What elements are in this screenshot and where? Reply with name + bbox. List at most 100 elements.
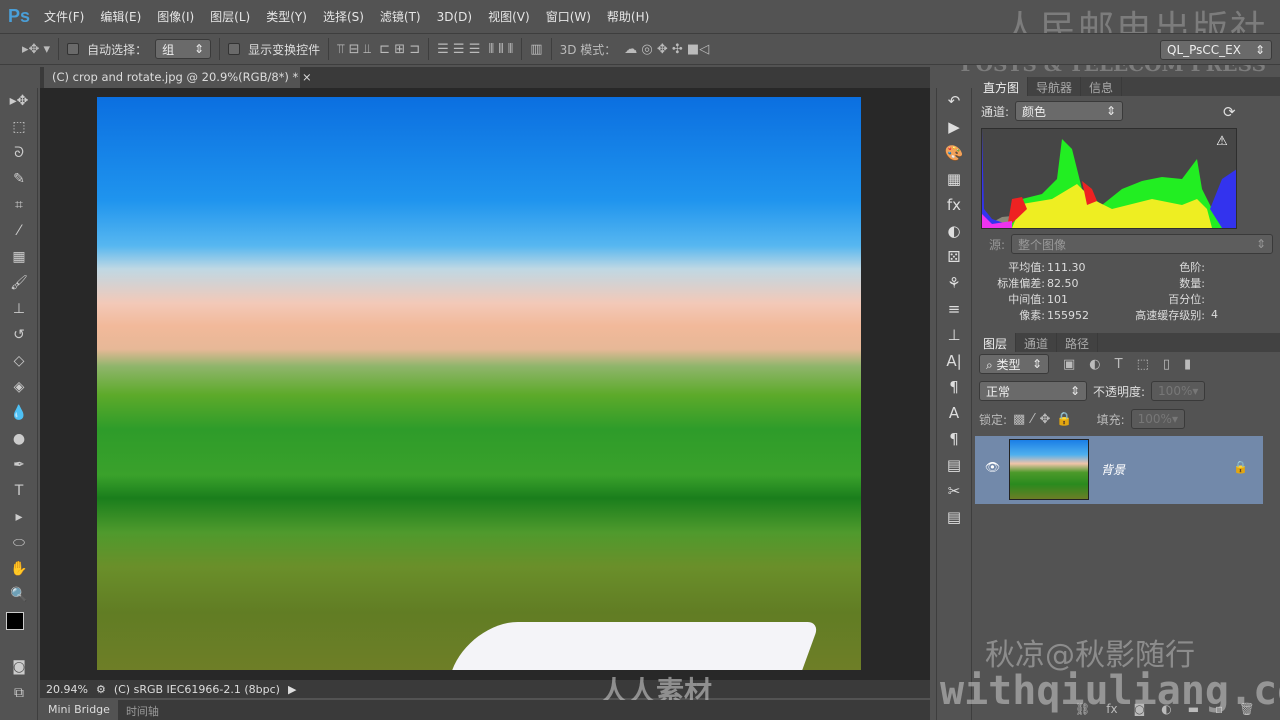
swatches-icon[interactable]: ▦ bbox=[937, 166, 971, 192]
filter-toggle[interactable]: ▮ bbox=[1184, 357, 1191, 372]
zoom-level[interactable]: 20.94% bbox=[46, 683, 88, 696]
filter-smart-object-icon[interactable]: ▯ bbox=[1163, 357, 1170, 372]
stats-labels-left: 平均值: 标准偏差: 中间值: 像素: bbox=[975, 260, 1045, 324]
auto-select-dropdown[interactable]: 组 ⇕ bbox=[155, 39, 212, 59]
menu-help[interactable]: 帮助(H) bbox=[607, 8, 649, 25]
menu-3d[interactable]: 3D(D) bbox=[437, 10, 472, 24]
lock-label: 锁定: bbox=[979, 412, 1008, 427]
properties-icon[interactable]: ⚄ bbox=[937, 244, 971, 270]
quick-select-tool-icon[interactable]: ✎ bbox=[0, 166, 38, 192]
ellipse-tool-icon[interactable]: ⬭ bbox=[0, 530, 38, 556]
distribute-icons[interactable]: ☰ ☰ ☰ ⫴ ⫴ ⫴ bbox=[437, 42, 513, 57]
channel-dropdown[interactable]: 颜色 ⇕ bbox=[1015, 101, 1124, 121]
healing-brush-tool-icon[interactable]: ▦ bbox=[0, 244, 38, 270]
tool-presets-icon[interactable]: ✂ bbox=[937, 478, 971, 504]
median-label: 中间值: bbox=[1008, 293, 1045, 306]
zoom-tool-icon[interactable]: 🔍 bbox=[0, 582, 38, 608]
3d-mode-icons[interactable]: ☁ ◎ ✥ ✣ ■◁ bbox=[624, 42, 709, 57]
paragraph-icon[interactable]: ¶ bbox=[937, 374, 971, 400]
foreground-color[interactable] bbox=[6, 612, 24, 630]
std-label: 标准偏差: bbox=[997, 277, 1045, 290]
close-tab-icon[interactable]: × bbox=[302, 70, 312, 84]
filter-dropdown[interactable]: ⌕ 类型 ⇕ bbox=[979, 354, 1049, 374]
paragraph-styles-icon[interactable]: ¶ bbox=[937, 426, 971, 452]
pen-tool-icon[interactable]: ✒ bbox=[0, 452, 38, 478]
lock-all-icon[interactable]: 🔒 bbox=[1056, 412, 1072, 427]
notes-icon[interactable]: ▤ bbox=[937, 452, 971, 478]
align-icons[interactable]: ⫪ ⊟ ⫫ ⊏ ⊞ ⊐ bbox=[337, 42, 420, 57]
path-select-tool-icon[interactable]: ▸ bbox=[0, 504, 38, 530]
menu-filter[interactable]: 滤镜(T) bbox=[380, 8, 421, 25]
source-dropdown[interactable]: 整个图像 ⇕ bbox=[1011, 234, 1273, 254]
history-icon[interactable]: ↶ bbox=[937, 88, 971, 114]
color-swatches[interactable] bbox=[0, 608, 38, 648]
refresh-icon[interactable]: ⟳ bbox=[1223, 103, 1236, 121]
actions-icon[interactable]: ▶ bbox=[937, 114, 971, 140]
menu-file[interactable]: 文件(F) bbox=[44, 8, 84, 25]
filter-pixel-icon[interactable]: ▣ bbox=[1063, 357, 1075, 372]
brush-tool-icon[interactable]: 🖌 bbox=[0, 270, 38, 296]
lasso-tool-icon[interactable]: ᘐ bbox=[0, 140, 38, 166]
brush-icon[interactable]: ⚘ bbox=[937, 270, 971, 296]
type-tool-icon[interactable]: T bbox=[0, 478, 38, 504]
lock-position-icon[interactable]: ✥ bbox=[1040, 412, 1051, 427]
brush-presets-icon[interactable]: ≡ bbox=[937, 296, 971, 322]
menu-window[interactable]: 窗口(W) bbox=[546, 8, 591, 25]
lock-transparent-icon[interactable]: ▩ bbox=[1013, 412, 1025, 427]
move-tool-icon[interactable]: ▸✥ ▾ bbox=[22, 42, 50, 57]
menu-select[interactable]: 选择(S) bbox=[323, 8, 364, 25]
tab-channels[interactable]: 通道 bbox=[1016, 333, 1058, 352]
menu-view[interactable]: 视图(V) bbox=[488, 8, 530, 25]
auto-select-checkbox[interactable] bbox=[67, 43, 80, 55]
tab-navigator[interactable]: 导航器 bbox=[1028, 77, 1082, 96]
stamp-tool-icon[interactable]: ⊥ bbox=[0, 296, 38, 322]
history-brush-tool-icon[interactable]: ↺ bbox=[0, 322, 38, 348]
blur-tool-icon[interactable]: 💧 bbox=[0, 400, 38, 426]
eraser-tool-icon[interactable]: ◇ bbox=[0, 348, 38, 374]
clone-source-icon[interactable]: ⊥ bbox=[937, 322, 971, 348]
dodge-tool-icon[interactable]: ● bbox=[0, 426, 38, 452]
move-tool-icon[interactable]: ▸✥ bbox=[0, 88, 38, 114]
tab-histogram[interactable]: 直方图 bbox=[975, 77, 1029, 96]
show-transform-checkbox[interactable] bbox=[228, 43, 241, 55]
crop-tool-icon[interactable]: ⌗ bbox=[0, 192, 38, 218]
quick-mask-icon[interactable]: ◙ bbox=[0, 654, 38, 680]
lock-image-icon[interactable]: ⁄ bbox=[1031, 412, 1033, 427]
filter-type-icon[interactable]: T bbox=[1115, 357, 1123, 372]
menu-type[interactable]: 类型(Y) bbox=[266, 8, 307, 25]
tab-layers[interactable]: 图层 bbox=[975, 333, 1017, 352]
opacity-field[interactable]: 100% ▾ bbox=[1151, 381, 1206, 401]
menu-layer[interactable]: 图层(L) bbox=[210, 8, 250, 25]
tab-paths[interactable]: 路径 bbox=[1057, 333, 1099, 352]
hand-tool-icon[interactable]: ✋ bbox=[0, 556, 38, 582]
blend-mode-dropdown[interactable]: 正常 ⇕ bbox=[979, 381, 1087, 401]
layer-row[interactable]: 👁 背景 🔒 bbox=[975, 436, 1263, 504]
fill-field[interactable]: 100% ▾ bbox=[1130, 409, 1185, 429]
workspace-dropdown[interactable]: QL_PsCC_EX ⇕ bbox=[1160, 40, 1272, 60]
menu-image[interactable]: 图像(I) bbox=[157, 8, 194, 25]
layers-tabs: 图层 通道 路径 bbox=[975, 333, 1280, 352]
adjustments-icon[interactable]: ◐ bbox=[937, 218, 971, 244]
marquee-tool-icon[interactable]: ⬚ bbox=[0, 114, 38, 140]
tab-mini-bridge[interactable]: Mini Bridge bbox=[40, 700, 118, 720]
layer-comps-icon[interactable]: ▤ bbox=[937, 504, 971, 530]
opacity-label: 不透明度: bbox=[1093, 384, 1146, 399]
filter-adjustment-icon[interactable]: ◐ bbox=[1089, 357, 1100, 372]
character-icon[interactable]: A| bbox=[937, 348, 971, 374]
menu-edit[interactable]: 编辑(E) bbox=[100, 8, 141, 25]
auto-align-icon[interactable]: ▥ bbox=[530, 42, 542, 57]
screen-mode-icon[interactable]: ⧉ bbox=[0, 680, 38, 706]
document-tab[interactable]: (C) crop and rotate.jpg @ 20.9%(RGB/8*) … bbox=[44, 67, 312, 88]
tab-info[interactable]: 信息 bbox=[1081, 77, 1123, 96]
status-menu-arrow[interactable]: ▶ bbox=[288, 683, 296, 696]
layer-name[interactable]: 背景 bbox=[1101, 461, 1125, 478]
paint-bucket-tool-icon[interactable]: ◈ bbox=[0, 374, 38, 400]
eyedropper-tool-icon[interactable]: ⁄ bbox=[0, 218, 38, 244]
document-image[interactable] bbox=[97, 97, 861, 670]
character-styles-icon[interactable]: A bbox=[937, 400, 971, 426]
visibility-eye-icon[interactable]: 👁 bbox=[985, 460, 1000, 474]
color-icon[interactable]: 🎨 bbox=[937, 140, 971, 166]
filter-shape-icon[interactable]: ⬚ bbox=[1137, 357, 1149, 372]
tab-timeline[interactable]: 时间轴 bbox=[118, 700, 167, 720]
styles-icon[interactable]: fx bbox=[937, 192, 971, 218]
